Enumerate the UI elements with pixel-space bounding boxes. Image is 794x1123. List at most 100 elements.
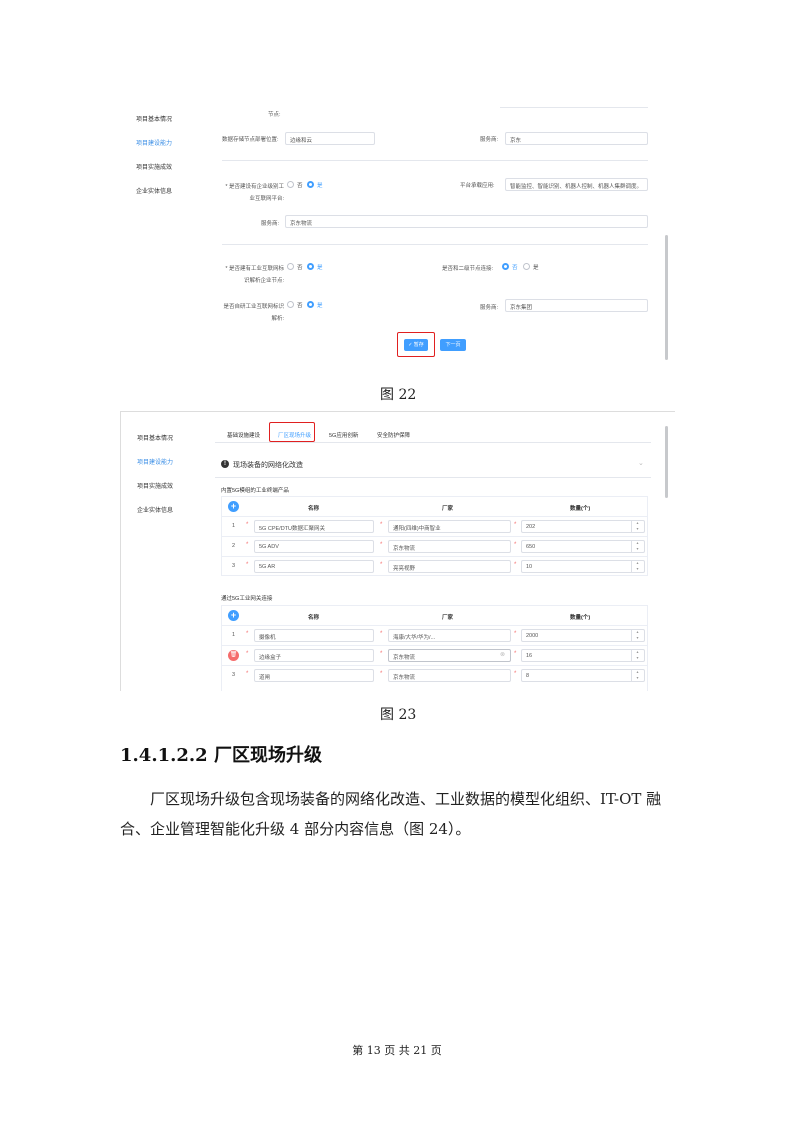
required-mark: * [380, 522, 383, 528]
platform-question: * 是否建设有企业级别工业互联网平台: [225, 184, 284, 202]
table-row: 3 * 5G AR * 亮亮视野 * 10 ▴ ▾ [222, 556, 647, 576]
vendor-input[interactable]: 京东物流 [388, 540, 511, 553]
delete-row-icon[interactable]: 🗑 [228, 650, 239, 661]
row-index: 3 [232, 672, 236, 678]
identity-radio-yes[interactable] [307, 263, 314, 270]
research-radio-yes[interactable] [307, 301, 314, 308]
identity-radio-no[interactable] [287, 263, 294, 270]
sidebar-item-implementation[interactable]: 项目实施成效 [136, 162, 172, 171]
service-provider-input-3[interactable]: 京东集团 [505, 299, 648, 312]
secondary-radio-no-label: 否 [512, 265, 518, 271]
platform-app-label: 平台承载应用: [460, 183, 495, 189]
qty-stepper[interactable]: ▴ ▾ [631, 560, 643, 573]
tab-5g-app[interactable]: 5G应用创新 [329, 431, 358, 439]
secondary-radio-no[interactable] [502, 263, 509, 270]
qty-input[interactable]: 10 [521, 560, 645, 573]
name-input[interactable]: 边缘盒子 [254, 649, 374, 662]
vendor-input[interactable]: 京东物流 [388, 649, 511, 662]
next-page-button[interactable]: 下一页 [440, 339, 466, 351]
required-mark: * [514, 522, 517, 528]
scrollbar[interactable] [665, 426, 668, 498]
table2-title: 通过5G工业网关连接 [221, 596, 273, 602]
required-mark: * [246, 522, 249, 528]
service-provider-input-2[interactable]: 京东物流 [285, 215, 648, 228]
sidebar-item-basic[interactable]: 项目基本情况 [136, 114, 172, 123]
col-vendor-header: 厂家 [442, 615, 454, 621]
qty-stepper[interactable]: ▴ ▾ [631, 520, 643, 533]
col-name-header: 名称 [308, 506, 320, 512]
name-input[interactable]: 道闸 [254, 669, 374, 682]
platform-radio-no[interactable] [287, 181, 294, 188]
sidebar: 项目基本情况 项目建设能力 项目实施成效 企业实体信息 [136, 114, 206, 204]
qty-input[interactable]: 8 [521, 669, 645, 682]
qty-stepper[interactable]: ▴ ▾ [631, 629, 643, 642]
required-mark: * [514, 631, 517, 637]
qty-stepper[interactable]: ▴ ▾ [631, 540, 643, 553]
sidebar-item-enterprise[interactable]: 企业实体信息 [137, 505, 173, 514]
required-mark: * [246, 671, 249, 677]
required-mark: * [246, 542, 249, 548]
name-input[interactable]: 摄像机 [254, 629, 374, 642]
qty-stepper[interactable]: ▴ ▾ [631, 649, 643, 662]
required-mark: * [380, 631, 383, 637]
sidebar-item-basic[interactable]: 项目基本情况 [137, 433, 173, 442]
platform-app-input[interactable]: 智能监控、智能识别、机器人控制、机器人集群调度。 [505, 178, 648, 191]
research-radio-yes-label: 是 [317, 303, 323, 309]
name-input[interactable]: 5G ADV [254, 540, 374, 553]
qty-stepper[interactable]: ▴ ▾ [631, 669, 643, 682]
divider [215, 477, 651, 478]
table-row: 3 * 道闸 * 京东物流 * 8 ▴ ▾ [222, 665, 647, 685]
service-provider-label-1: 服务商: [480, 137, 499, 143]
figure-23-screenshot: 项目基本情况 项目建设能力 项目实施成效 企业实体信息 基础设施建设 厂区现场升… [120, 411, 675, 691]
required-mark: * [246, 631, 249, 637]
name-input[interactable]: 5G AR [254, 560, 374, 573]
platform-radio-yes[interactable] [307, 181, 314, 188]
vendor-input[interactable]: 海康/大华/华为/... [388, 629, 511, 642]
tab-highlight-box [269, 422, 315, 442]
add-row-button[interactable]: + [228, 501, 239, 512]
sidebar-item-implementation[interactable]: 项目实施成效 [137, 481, 173, 490]
table1-title: 内置5G模组的工业终端产品 [221, 488, 289, 494]
required-mark: * [246, 651, 249, 657]
research-radio-no[interactable] [287, 301, 294, 308]
storage-location-input[interactable]: 边缘和云 [285, 132, 375, 145]
self-research-question: 是否自研工业互联网标识解析: [223, 304, 284, 322]
qty-input[interactable]: 16 [521, 649, 645, 662]
secondary-radio-yes-label: 是 [533, 265, 539, 271]
chevron-down-icon[interactable]: ⌄ [638, 459, 644, 467]
qty-input[interactable]: 2000 [521, 629, 645, 642]
table-row: 2 * 5G ADV * 京东物流 * 650 ▴ ▾ [222, 536, 647, 556]
table-row: 1 * 摄像机 * 海康/大华/华为/... * 2000 ▴ ▾ [222, 625, 647, 645]
vendor-input[interactable]: 京东物流 [388, 669, 511, 682]
scrollbar[interactable] [665, 235, 668, 360]
required-mark: * [514, 651, 517, 657]
storage-location-label: 数据存储节点部署位置: [222, 137, 279, 143]
tab-infrastructure[interactable]: 基础设施建设 [227, 431, 260, 439]
service-provider-input-1[interactable]: 京东 [505, 132, 648, 145]
sidebar-item-enterprise[interactable]: 企业实体信息 [136, 186, 172, 195]
row-index: 1 [232, 632, 236, 638]
clear-icon[interactable]: ⊗ [500, 651, 505, 658]
required-mark: * [380, 562, 383, 568]
name-input[interactable]: 5G CPE/DTU数据汇聚网关 [254, 520, 374, 533]
row-index: 3 [232, 563, 236, 569]
sidebar-item-capability[interactable]: 项目建设能力 [136, 138, 172, 147]
sidebar-item-capability[interactable]: 项目建设能力 [137, 457, 173, 466]
node-label: 节点: [268, 112, 281, 118]
identity-radio-yes-label: 是 [317, 265, 323, 271]
qty-input[interactable]: 650 [521, 540, 645, 553]
add-row-button[interactable]: + [228, 610, 239, 621]
required-mark: * [380, 542, 383, 548]
identity-radio-no-label: 否 [297, 265, 303, 271]
vendor-input[interactable]: 通阳(四维)中商智业 [388, 520, 511, 533]
figure-23-caption: 图 23 [380, 707, 417, 723]
col-vendor-header: 厂家 [442, 506, 454, 512]
qty-input[interactable]: 202 [521, 520, 645, 533]
save-button[interactable]: ✓ 暂存 [404, 339, 428, 351]
vendor-input[interactable]: 亮亮视野 [388, 560, 511, 573]
secondary-radio-yes[interactable] [523, 263, 530, 270]
tab-security[interactable]: 安全防护保障 [377, 431, 410, 439]
required-mark: * [514, 562, 517, 568]
col-qty-header: 数量(个) [570, 506, 591, 512]
service-provider-label-2: 服务商: [261, 221, 280, 227]
